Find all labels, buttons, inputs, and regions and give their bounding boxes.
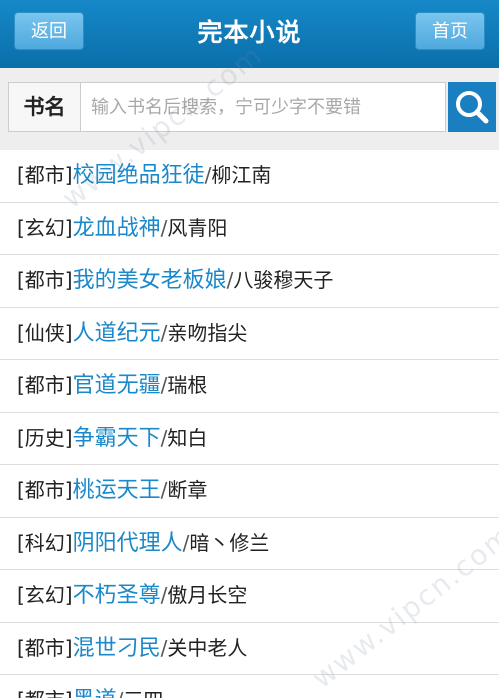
book-category: [科幻]	[17, 530, 73, 555]
book-category: [玄幻]	[17, 215, 73, 240]
book-title-link[interactable]: 阴阳代理人	[73, 531, 183, 556]
book-author: 瑞根	[167, 373, 208, 397]
book-author: 傲月长空	[167, 583, 248, 607]
book-author: 知白	[167, 425, 208, 450]
search-button[interactable]	[448, 82, 496, 132]
book-title-link[interactable]: 争霸天下	[73, 426, 161, 451]
book-author: 八骏穆天子	[233, 268, 334, 292]
book-category: [都市]	[17, 478, 73, 502]
book-category: [玄幻]	[17, 583, 73, 607]
book-author: 风青阳	[167, 215, 228, 240]
book-list-item[interactable]: [历史]争霸天下/知白	[0, 413, 499, 465]
book-category: [都市]	[17, 268, 73, 292]
book-title-link[interactable]: 不朽圣尊	[73, 583, 161, 608]
book-title-link[interactable]: 黑道	[73, 688, 117, 698]
search-bar: 书名	[0, 68, 499, 150]
book-category: [都市]	[17, 688, 73, 698]
book-title-link[interactable]: 官道无疆	[73, 373, 161, 398]
book-list: [都市]校园绝品狂徒/柳江南 [玄幻]龙血战神/风青阳 [都市]我的美女老板娘/八骏…	[0, 150, 499, 698]
book-list-item[interactable]: [都市]官道无疆/瑞根	[0, 360, 499, 413]
book-title-link[interactable]: 龙血战神	[73, 216, 161, 241]
book-list-item[interactable]: [都市]桃运天王/断章	[0, 465, 499, 518]
book-title-link[interactable]: 我的美女老板娘	[73, 268, 227, 293]
book-list-item[interactable]: [都市]黑道/三四	[0, 675, 499, 698]
book-category: [历史]	[17, 425, 73, 450]
search-input[interactable]	[80, 82, 446, 132]
home-button[interactable]: 首页	[415, 12, 485, 50]
book-title-link[interactable]: 人道纪元	[73, 321, 161, 346]
book-author: 关中老人	[167, 635, 248, 660]
book-author: 断章	[167, 478, 208, 502]
book-list-item[interactable]: [都市]校园绝品狂徒/柳江南	[0, 150, 499, 203]
header-bar: 返回 完本小说 首页	[0, 0, 499, 68]
app-page: 返回 完本小说 首页 书名 [都市]校园绝品狂徒/柳江南[玄幻]龙血战神/风青阳…	[0, 0, 499, 698]
book-title-link[interactable]: 桃运天王	[73, 478, 161, 503]
book-author: 亲吻指尖	[167, 320, 248, 345]
book-category: [都市]	[17, 635, 73, 660]
book-list-item[interactable]: [玄幻]不朽圣尊/傲月长空	[0, 570, 499, 623]
book-author: 三四	[123, 688, 163, 698]
book-author: 柳江南	[211, 163, 272, 187]
book-category: [都市]	[17, 373, 73, 397]
search-icon	[456, 91, 489, 124]
book-category: [仙侠]	[17, 320, 73, 345]
book-title-link[interactable]: 混世刁民	[73, 636, 161, 661]
book-author: 暗丶修兰	[189, 530, 270, 555]
book-list-item[interactable]: [都市]混世刁民/关中老人	[0, 623, 499, 675]
book-list-item[interactable]: [仙侠]人道纪元/亲吻指尖	[0, 308, 499, 360]
search-label: 书名	[8, 82, 80, 132]
book-list-item[interactable]: [科幻]阴阳代理人/暗丶修兰	[0, 518, 499, 570]
book-title-link[interactable]: 校园绝品狂徒	[73, 163, 205, 188]
book-list-item[interactable]: [玄幻]龙血战神/风青阳	[0, 203, 499, 255]
book-list-item[interactable]: [都市]我的美女老板娘/八骏穆天子	[0, 255, 499, 308]
book-category: [都市]	[17, 163, 73, 187]
